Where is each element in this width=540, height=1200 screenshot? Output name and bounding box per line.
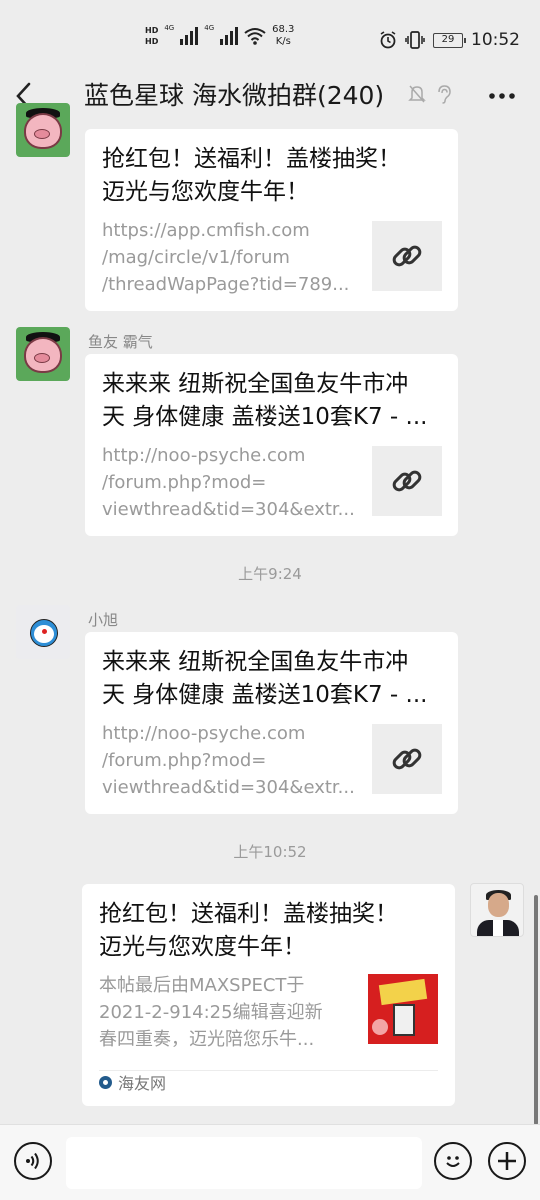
rich-link-card[interactable]: 抢红包！送福利！盖楼抽奖！ 迈光与您欢度牛年！ 本帖最后由MAXSPECT于 2… <box>82 884 455 1106</box>
speed-unit: K/s <box>275 36 291 47</box>
hd-label-2: HD <box>145 37 159 46</box>
card-desc-line: 本帖最后由MAXSPECT于 <box>99 975 305 996</box>
battery-icon: 29 <box>433 32 466 48</box>
network-type-1: 4G <box>164 24 175 32</box>
card-url-line: /forum.php?mod= <box>102 750 267 771</box>
card-url-line: /threadWapPage?tid=789... <box>102 274 350 295</box>
card-desc-line: 春四重奏，迈光陪您乐牛... <box>99 1029 315 1050</box>
card-title-line: 来来来 纽斯祝全国鱼友牛市冲 <box>102 649 409 675</box>
sender-name: 小旭 <box>88 611 119 629</box>
avatar[interactable] <box>16 605 70 659</box>
plus-icon <box>498 1152 516 1170</box>
card-url-line: https://app.cmfish.com <box>102 220 310 241</box>
message-timestamp: 上午10:52 <box>233 843 307 861</box>
link-thumbnail <box>372 446 442 516</box>
plus-button[interactable] <box>488 1142 526 1180</box>
link-card[interactable]: 抢红包！送福利！盖楼抽奖！ 迈光与您欢度牛年！ https://app.cmfi… <box>85 129 458 311</box>
status-bar: HD HD 4G 4G 68.3 K/s 29 10:52 <box>0 0 540 70</box>
message-input[interactable] <box>66 1137 422 1189</box>
voice-icon <box>26 1152 39 1170</box>
card-url: http://noo-psyche.com /forum.php?mod= vi… <box>102 720 360 801</box>
card-url-line: viewthread&tid=304&extr... <box>102 777 355 798</box>
card-url: https://app.cmfish.com /mag/circle/v1/fo… <box>102 217 360 298</box>
link-icon <box>392 470 422 492</box>
card-title-line: 抢红包！送福利！盖楼抽奖！ <box>99 901 398 927</box>
input-bar <box>0 1124 540 1200</box>
card-title-line: 天 身体健康 盖楼送10套K7 - ... <box>102 682 428 708</box>
link-card[interactable]: 来来来 纽斯祝全国鱼友牛市冲 天 身体健康 盖楼送10套K7 - ... htt… <box>85 354 458 536</box>
card-url: http://noo-psyche.com /forum.php?mod= vi… <box>102 442 360 523</box>
vibrate-icon <box>405 31 425 49</box>
card-title: 抢红包！送福利！盖楼抽奖！ 迈光与您欢度牛年！ <box>102 143 442 209</box>
card-title: 来来来 纽斯祝全国鱼友牛市冲 天 身体健康 盖楼送10套K7 - ... <box>102 646 442 712</box>
status-left: HD HD 4G 4G 68.3 K/s <box>145 24 294 48</box>
ear-icon <box>438 85 451 104</box>
clock-time: 10:52 <box>471 30 520 50</box>
card-url-line: viewthread&tid=304&extr... <box>102 499 355 520</box>
link-thumbnail <box>372 221 442 291</box>
hd-label-1: HD <box>145 26 159 35</box>
source-name: 海友网 <box>118 1074 167 1093</box>
avatar[interactable] <box>16 103 70 157</box>
article-thumbnail <box>368 974 438 1044</box>
network-type-2: 4G <box>204 24 215 32</box>
status-right: 29 10:52 <box>379 30 520 50</box>
sender-name: 鱼友 霸气 <box>88 333 153 351</box>
scrollbar[interactable] <box>534 895 538 1125</box>
chat-header: 蓝色星球 海水微拍群(240) <box>0 70 540 122</box>
signal-icon-2 <box>220 27 239 45</box>
card-title: 来来来 纽斯祝全国鱼友牛市冲 天 身体健康 盖楼送10套K7 - ... <box>102 368 442 434</box>
emoji-icon <box>446 1156 460 1167</box>
source-logo-icon <box>99 1075 112 1089</box>
hd-indicator: HD HD <box>145 26 158 46</box>
wifi-icon <box>244 28 266 45</box>
card-url-line: /mag/circle/v1/forum <box>102 247 290 268</box>
card-title-line: 迈光与您欢度牛年！ <box>99 934 306 960</box>
avatar[interactable] <box>16 327 70 381</box>
card-url-line: /forum.php?mod= <box>102 472 267 493</box>
network-speed: 68.3 K/s <box>272 24 294 48</box>
signal-icon <box>180 27 199 45</box>
chat-title: 蓝色星球 海水微拍群(240) <box>84 81 385 110</box>
speed-value: 68.3 <box>272 24 295 35</box>
own-avatar[interactable] <box>470 883 524 937</box>
card-url-line: http://noo-psyche.com <box>102 723 306 744</box>
card-title: 抢红包！送福利！盖楼抽奖！ 迈光与您欢度牛年！ <box>99 898 439 964</box>
more-icon <box>489 93 515 99</box>
card-title-line: 抢红包！送福利！盖楼抽奖！ <box>102 146 401 172</box>
link-icon <box>392 245 422 267</box>
card-description: 本帖最后由MAXSPECT于 2021-2-914:25编辑喜迎新 春四重奏，迈… <box>99 972 357 1053</box>
card-title-line: 天 身体健康 盖楼送10套K7 - ... <box>102 404 428 430</box>
link-card[interactable]: 来来来 纽斯祝全国鱼友牛市冲 天 身体健康 盖楼送10套K7 - ... htt… <box>85 632 458 814</box>
title-status-icons <box>408 84 452 104</box>
alarm-icon <box>380 31 396 49</box>
emoji-button[interactable] <box>434 1142 472 1180</box>
card-title-line: 来来来 纽斯祝全国鱼友牛市冲 <box>102 371 409 397</box>
message-timestamp: 上午9:24 <box>238 565 302 583</box>
bell-off-icon <box>408 85 426 103</box>
more-options-button[interactable] <box>488 78 516 106</box>
voice-button[interactable] <box>14 1142 52 1180</box>
link-thumbnail <box>372 724 442 794</box>
link-icon <box>392 748 422 770</box>
card-title-line: 迈光与您欢度牛年！ <box>102 179 309 205</box>
card-url-line: http://noo-psyche.com <box>102 445 306 466</box>
card-desc-line: 2021-2-914:25编辑喜迎新 <box>99 1002 323 1023</box>
card-source: 海友网 <box>99 1070 166 1094</box>
